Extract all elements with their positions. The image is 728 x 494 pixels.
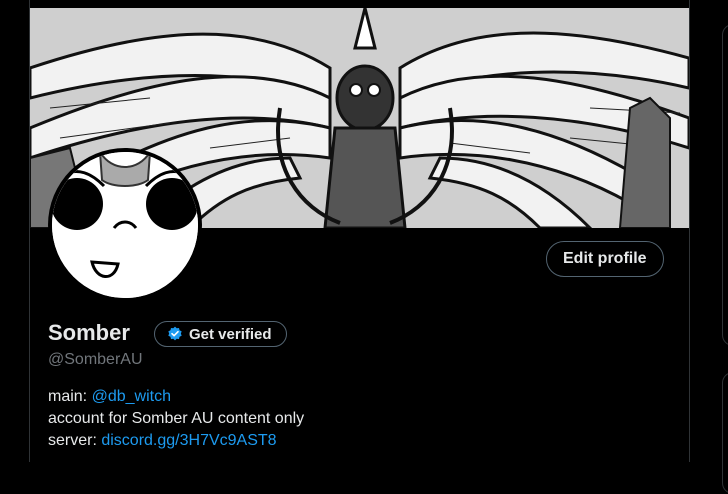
profile-display-name: Somber bbox=[48, 320, 130, 345]
profile-column: Edit profile Somber Get verified @Somber… bbox=[29, 0, 690, 462]
bio-line-description: account for Somber AU content only bbox=[48, 410, 305, 427]
bio-main-prefix: main: bbox=[48, 388, 92, 405]
bio-server-link[interactable]: discord.gg/3H7Vc9AST8 bbox=[101, 432, 276, 449]
avatar-image bbox=[52, 152, 198, 298]
right-sidebar-card-edge-lower bbox=[722, 372, 728, 494]
bio-server-prefix: server: bbox=[48, 432, 102, 449]
bio-main-link[interactable]: @db_witch bbox=[92, 388, 171, 405]
profile-bio: main: @db_witch account for Somber AU co… bbox=[48, 386, 304, 452]
get-verified-button[interactable]: Get verified bbox=[154, 321, 287, 347]
edit-profile-button[interactable]: Edit profile bbox=[546, 241, 664, 277]
get-verified-label: Get verified bbox=[189, 325, 272, 343]
right-sidebar-card-edge bbox=[722, 24, 728, 346]
bio-line-server: server: discord.gg/3H7Vc9AST8 bbox=[48, 430, 304, 452]
profile-avatar[interactable] bbox=[48, 148, 202, 302]
profile-handle: @SomberAU bbox=[48, 351, 143, 368]
bio-line-main: main: @db_witch bbox=[48, 386, 304, 408]
verified-badge-icon bbox=[168, 326, 182, 341]
